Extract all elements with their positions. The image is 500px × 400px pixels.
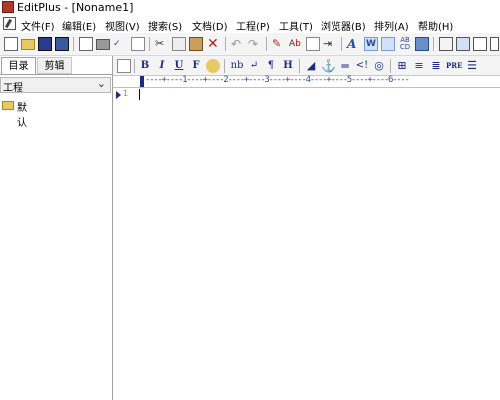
toolbar-separator: [73, 37, 74, 51]
title-bar: EditPlus - [Noname1]: [0, 0, 500, 15]
split-window-icon[interactable]: [456, 37, 470, 51]
save-all-icon[interactable]: [55, 37, 69, 51]
line-number: 1: [123, 89, 129, 98]
toolbar-separator: [225, 37, 226, 51]
bold-button[interactable]: B: [138, 59, 152, 73]
toolbar-separator: [390, 59, 391, 73]
toolbar-separator: [341, 37, 342, 51]
toolbar-separator: [299, 59, 300, 73]
project-dropdown[interactable]: 工程 ⌄: [0, 77, 111, 94]
align-center-icon[interactable]: ≡: [412, 59, 426, 73]
copy-icon[interactable]: [172, 37, 186, 51]
document-preview-icon[interactable]: [131, 37, 145, 51]
menu-search[interactable]: 搜索(S): [148, 18, 182, 33]
window-title: EditPlus - [Noname1]: [17, 1, 134, 14]
redo-icon[interactable]: ↷: [248, 37, 262, 51]
toolbar-separator: [266, 37, 267, 51]
toolbar-separator: [224, 59, 225, 73]
menu-arrange[interactable]: 排列(A): [374, 18, 409, 33]
layout-icon[interactable]: [439, 37, 453, 51]
toolbar-separator: [149, 37, 150, 51]
word-wrap-icon[interactable]: W: [364, 37, 378, 51]
spell-check-icon[interactable]: ✓: [113, 37, 127, 51]
comment-icon[interactable]: <!: [355, 59, 369, 73]
print-icon[interactable]: [96, 39, 110, 50]
menu-browser[interactable]: 浏览器(B): [321, 18, 366, 33]
nbsp-button[interactable]: nb: [229, 59, 245, 73]
horizontal-rule-icon[interactable]: ═: [338, 59, 352, 73]
ruler-scale: ----+----1----+----2----+----3----+----4…: [145, 75, 410, 85]
menu-help[interactable]: 帮助(H): [418, 18, 453, 33]
find-in-files-icon[interactable]: [306, 37, 320, 51]
heading-button[interactable]: H: [281, 59, 295, 73]
html-template-icon[interactable]: [117, 59, 131, 73]
table-icon[interactable]: ⊞: [395, 59, 409, 73]
menu-tools[interactable]: 工具(T): [279, 18, 313, 33]
open-folder-icon[interactable]: [21, 39, 35, 50]
current-line-arrow-icon: [116, 91, 121, 99]
toolbar-separator: [433, 37, 434, 51]
paragraph-button[interactable]: ¶: [264, 59, 278, 73]
side-panel: 目录 剪辑 工程 ⌄ 默认: [0, 56, 113, 400]
tabs-divider: [0, 74, 112, 75]
replace-icon[interactable]: Ab: [289, 37, 303, 51]
print-preview-icon[interactable]: [79, 37, 93, 51]
cut-icon[interactable]: ✂: [155, 37, 169, 51]
new-file-icon[interactable]: [4, 37, 18, 51]
italic-button[interactable]: I: [155, 59, 169, 73]
ruler: ----+----1----+----2----+----3----+----4…: [113, 75, 500, 88]
font-tag-button[interactable]: F: [189, 59, 203, 73]
editor-area[interactable]: 1: [113, 88, 500, 400]
project-dropdown-value: 工程: [3, 83, 23, 94]
image-icon[interactable]: ◎: [372, 59, 386, 73]
editplus-app-icon: [2, 1, 14, 13]
indent-icon[interactable]: ⇥: [323, 37, 337, 51]
main-toolbar: ✓ ✂ ✕ ↶ ↷ ✎ Ab ⇥ A W AB CD: [0, 33, 500, 56]
tab-directory[interactable]: 目录: [1, 57, 36, 74]
close-window-icon[interactable]: [490, 37, 499, 51]
paste-icon[interactable]: [189, 37, 203, 51]
menu-project[interactable]: 工程(P): [236, 18, 270, 33]
text-colors-icon[interactable]: [415, 37, 429, 51]
list-icon[interactable]: ☰: [465, 59, 479, 73]
menu-file[interactable]: 文件(F): [21, 18, 55, 33]
underline-button[interactable]: U: [172, 59, 186, 73]
save-icon[interactable]: [38, 37, 52, 51]
line-break-button[interactable]: ↵: [247, 59, 261, 73]
find-highlight-icon[interactable]: ✎: [272, 37, 286, 51]
document-icon[interactable]: [3, 17, 16, 30]
link-icon[interactable]: ◢: [304, 59, 318, 73]
line-numbers-icon[interactable]: [381, 37, 395, 51]
font-icon[interactable]: A: [347, 37, 361, 51]
tree-item-label: 默认: [17, 103, 27, 129]
ruler-icon[interactable]: AB CD: [398, 37, 412, 51]
ruler-cursor-mark: [140, 76, 144, 87]
anchor-icon[interactable]: ⚓: [321, 59, 336, 73]
toolbar-separator: [134, 59, 135, 73]
color-picker-icon[interactable]: [206, 59, 220, 73]
menu-document[interactable]: 文档(D): [192, 18, 228, 33]
menu-view[interactable]: 视图(V): [105, 18, 140, 33]
delete-icon[interactable]: ✕: [207, 37, 221, 51]
undo-icon[interactable]: ↶: [231, 37, 245, 51]
folder-icon: [2, 101, 14, 110]
tab-cliptext[interactable]: 剪辑: [37, 57, 72, 74]
menu-bar: 文件(F) 编辑(E) 视图(V) 搜索(S) 文档(D) 工程(P) 工具(T…: [0, 15, 500, 33]
fullscreen-icon[interactable]: [473, 37, 487, 51]
text-caret: [139, 89, 140, 100]
html-toolbar: B I U F nb ↵ ¶ H ◢ ⚓ ═ <! ◎ ⊞ ≡ ≣ PRE ☰: [113, 56, 500, 76]
align-right-icon[interactable]: ≣: [429, 59, 443, 73]
chevron-down-icon[interactable]: ⌄: [97, 77, 106, 90]
menu-edit[interactable]: 编辑(E): [62, 18, 96, 33]
preformatted-icon[interactable]: PRE: [446, 59, 462, 73]
